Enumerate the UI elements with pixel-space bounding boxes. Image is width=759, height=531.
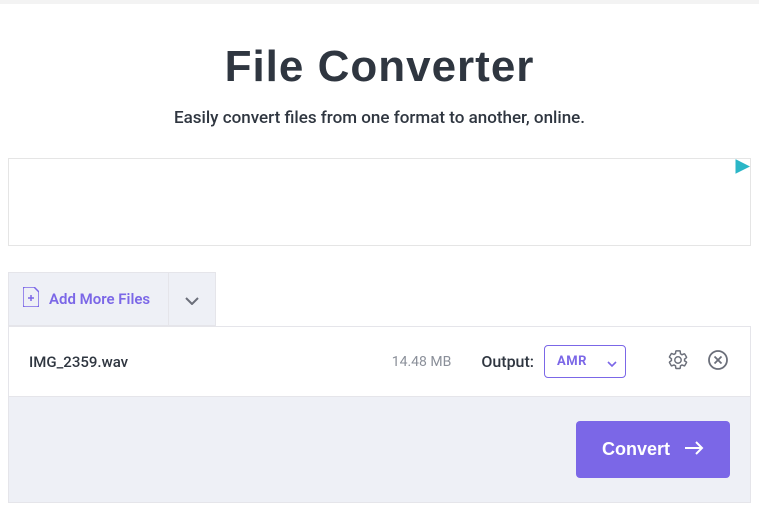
file-name: IMG_2359.wav [29,353,392,371]
footer-actions: Convert [8,397,751,503]
file-row: IMG_2359.wav 14.48 MB Output: AMR [8,326,751,397]
page-title: File Converter [8,42,751,92]
convert-button[interactable]: Convert [576,421,730,478]
close-circle-icon [707,349,729,375]
ad-placeholder [8,158,751,246]
output-label: Output: [481,352,534,371]
add-more-files-label: Add More Files [49,290,150,308]
add-more-files-button[interactable]: Add More Files [8,272,168,326]
output-format-select[interactable]: AMR [544,345,626,378]
top-separator [0,0,759,4]
add-file-icon [23,287,39,311]
page-subtitle: Easily convert files from one format to … [8,108,751,128]
ad-info-badge[interactable] [735,159,750,174]
settings-button[interactable] [664,348,692,376]
chevron-down-icon [185,290,199,309]
add-files-toolbar: Add More Files [8,272,751,326]
file-size: 14.48 MB [392,354,452,370]
arrow-right-icon [684,439,704,460]
main-container: File Converter Easily convert files from… [0,42,759,503]
remove-file-button[interactable] [706,350,730,374]
gear-icon [667,349,689,375]
chevron-down-icon [607,352,617,371]
output-format-value: AMR [557,354,587,369]
add-more-dropdown-button[interactable] [168,272,216,326]
convert-button-label: Convert [602,439,670,460]
